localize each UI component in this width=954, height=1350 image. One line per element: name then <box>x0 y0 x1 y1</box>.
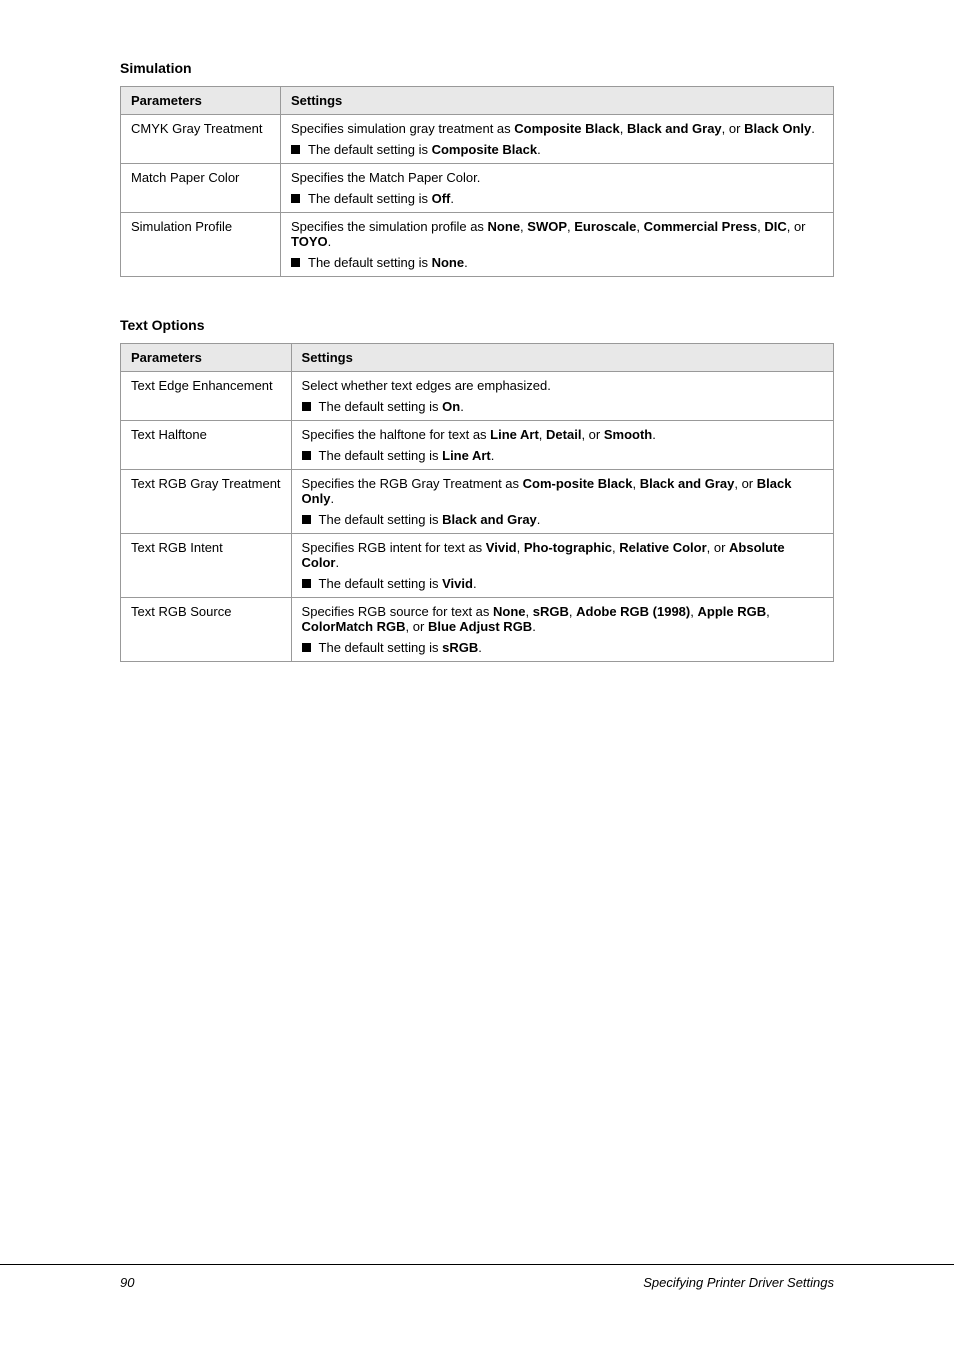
table-row: Text RGB Intent Specifies RGB intent for… <box>121 534 834 598</box>
settings-cell: Specifies the simulation profile as None… <box>281 213 834 277</box>
footer-title: Specifying Printer Driver Settings <box>643 1275 834 1290</box>
bullet-item: The default setting is Vivid. <box>302 576 823 591</box>
text-options-col2-header: Settings <box>291 344 833 372</box>
description-text: Specifies the RGB Gray Treatment as Com-… <box>302 476 792 506</box>
description-text: Specifies the simulation profile as None… <box>291 219 806 249</box>
table-row: Text RGB Gray Treatment Specifies the RG… <box>121 470 834 534</box>
table-row: Match Paper Color Specifies the Match Pa… <box>121 164 834 213</box>
settings-cell: Specifies the Match Paper Color. The def… <box>281 164 834 213</box>
simulation-table: Parameters Settings CMYK Gray Treatment … <box>120 86 834 277</box>
text-options-section: Text Options Parameters Settings Text Ed… <box>120 317 834 662</box>
param-cell: Match Paper Color <box>121 164 281 213</box>
param-cell: Simulation Profile <box>121 213 281 277</box>
simulation-title: Simulation <box>120 60 834 76</box>
settings-cell: Specifies the halftone for text as Line … <box>291 421 833 470</box>
bullet-text: The default setting is Composite Black. <box>308 142 541 157</box>
bullet-icon <box>302 643 311 652</box>
table-row: Simulation Profile Specifies the simulat… <box>121 213 834 277</box>
bullet-icon <box>302 579 311 588</box>
description-text: Specifies the Match Paper Color. <box>291 170 480 185</box>
text-options-table: Parameters Settings Text Edge Enhancemen… <box>120 343 834 662</box>
param-cell: Text RGB Intent <box>121 534 292 598</box>
bullet-text: The default setting is sRGB. <box>319 640 482 655</box>
param-cell: Text Halftone <box>121 421 292 470</box>
bullet-text: The default setting is Vivid. <box>319 576 477 591</box>
bullet-icon <box>302 402 311 411</box>
bullet-item: The default setting is Off. <box>291 191 823 206</box>
bullet-item: The default setting is None. <box>291 255 823 270</box>
bullet-item: The default setting is Line Art. <box>302 448 823 463</box>
footer: 90 Specifying Printer Driver Settings <box>0 1264 954 1290</box>
bullet-item: The default setting is On. <box>302 399 823 414</box>
table-row: CMYK Gray Treatment Specifies simulation… <box>121 115 834 164</box>
bullet-icon <box>302 515 311 524</box>
table-row: Text Edge Enhancement Select whether tex… <box>121 372 834 421</box>
bullet-text: The default setting is Line Art. <box>319 448 495 463</box>
bullet-icon <box>291 194 300 203</box>
bullet-text: The default setting is None. <box>308 255 468 270</box>
simulation-section: Simulation Parameters Settings CMYK Gray… <box>120 60 834 277</box>
bullet-item: The default setting is sRGB. <box>302 640 823 655</box>
bullet-text: The default setting is Off. <box>308 191 454 206</box>
bullet-icon <box>291 258 300 267</box>
settings-cell: Specifies RGB source for text as None, s… <box>291 598 833 662</box>
footer-page-number: 90 <box>120 1275 134 1290</box>
simulation-col2-header: Settings <box>281 87 834 115</box>
bullet-item: The default setting is Composite Black. <box>291 142 823 157</box>
param-cell: Text RGB Source <box>121 598 292 662</box>
description-text: Specifies the halftone for text as Line … <box>302 427 656 442</box>
bullet-text: The default setting is Black and Gray. <box>319 512 541 527</box>
settings-cell: Specifies RGB intent for text as Vivid, … <box>291 534 833 598</box>
bullet-icon <box>291 145 300 154</box>
description-text: Specifies RGB intent for text as Vivid, … <box>302 540 785 570</box>
bullet-text: The default setting is On. <box>319 399 464 414</box>
description-text: Specifies RGB source for text as None, s… <box>302 604 770 634</box>
description-text: Specifies simulation gray treatment as C… <box>291 121 815 136</box>
table-row: Text Halftone Specifies the halftone for… <box>121 421 834 470</box>
param-cell: Text Edge Enhancement <box>121 372 292 421</box>
param-cell: Text RGB Gray Treatment <box>121 470 292 534</box>
table-row: Text RGB Source Specifies RGB source for… <box>121 598 834 662</box>
bullet-icon <box>302 451 311 460</box>
description-text: Select whether text edges are emphasized… <box>302 378 551 393</box>
simulation-col1-header: Parameters <box>121 87 281 115</box>
bullet-item: The default setting is Black and Gray. <box>302 512 823 527</box>
text-options-title: Text Options <box>120 317 834 333</box>
text-options-col1-header: Parameters <box>121 344 292 372</box>
settings-cell: Select whether text edges are emphasized… <box>291 372 833 421</box>
settings-cell: Specifies the RGB Gray Treatment as Com-… <box>291 470 833 534</box>
param-cell: CMYK Gray Treatment <box>121 115 281 164</box>
settings-cell: Specifies simulation gray treatment as C… <box>281 115 834 164</box>
